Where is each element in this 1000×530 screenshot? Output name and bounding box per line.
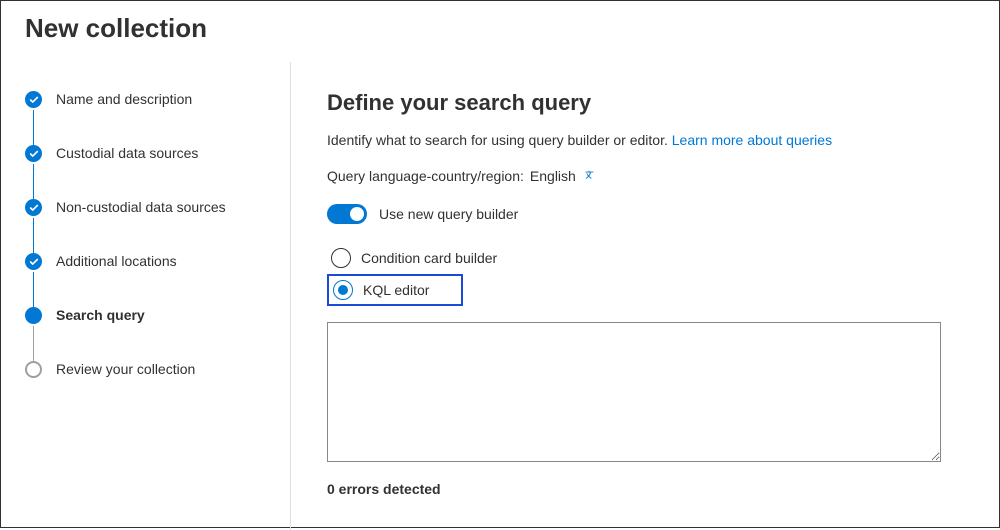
step-label: Name and description bbox=[56, 90, 192, 108]
toggle-label: Use new query builder bbox=[379, 206, 518, 222]
step-name-description[interactable]: Name and description bbox=[25, 90, 274, 144]
step-custodial-sources[interactable]: Custodial data sources bbox=[25, 144, 274, 198]
language-label: Query language-country/region: bbox=[327, 168, 524, 184]
radio-condition-card-builder[interactable]: Condition card builder bbox=[327, 242, 975, 274]
pending-step-icon bbox=[25, 361, 42, 378]
translate-icon[interactable] bbox=[582, 169, 596, 183]
subtitle-text: Identify what to search for using query … bbox=[327, 132, 672, 148]
toggle-knob bbox=[350, 207, 364, 221]
step-label: Search query bbox=[56, 306, 145, 324]
subtitle: Identify what to search for using query … bbox=[327, 132, 975, 148]
step-search-query[interactable]: Search query bbox=[25, 306, 274, 360]
check-icon bbox=[25, 199, 42, 216]
kql-editor-input[interactable] bbox=[327, 322, 941, 462]
step-additional-locations[interactable]: Additional locations bbox=[25, 252, 274, 306]
check-icon bbox=[25, 91, 42, 108]
main-panel: Define your search query Identify what t… bbox=[291, 62, 999, 530]
radio-kql-editor[interactable]: KQL editor bbox=[327, 274, 463, 306]
radio-label: Condition card builder bbox=[361, 250, 497, 266]
step-noncustodial-sources[interactable]: Non-custodial data sources bbox=[25, 198, 274, 252]
step-label: Review your collection bbox=[56, 360, 195, 378]
check-icon bbox=[25, 253, 42, 270]
check-icon bbox=[25, 145, 42, 162]
query-mode-radio-group: Condition card builder KQL editor bbox=[327, 242, 975, 306]
step-label: Additional locations bbox=[56, 252, 177, 270]
main-title: Define your search query bbox=[327, 90, 975, 116]
radio-icon bbox=[333, 280, 353, 300]
learn-more-link[interactable]: Learn more about queries bbox=[672, 132, 832, 148]
page-title: New collection bbox=[1, 1, 999, 62]
errors-detected-label: 0 errors detected bbox=[327, 481, 975, 497]
use-new-query-builder-toggle[interactable] bbox=[327, 204, 367, 224]
radio-label: KQL editor bbox=[363, 282, 429, 298]
current-step-icon bbox=[25, 307, 42, 324]
step-review-collection[interactable]: Review your collection bbox=[25, 360, 274, 414]
step-label: Custodial data sources bbox=[56, 144, 198, 162]
step-label: Non-custodial data sources bbox=[56, 198, 226, 216]
language-value: English bbox=[530, 168, 576, 184]
radio-icon bbox=[331, 248, 351, 268]
query-language-row: Query language-country/region: English bbox=[327, 168, 975, 184]
wizard-sidebar: Name and description Custodial data sour… bbox=[1, 62, 291, 530]
